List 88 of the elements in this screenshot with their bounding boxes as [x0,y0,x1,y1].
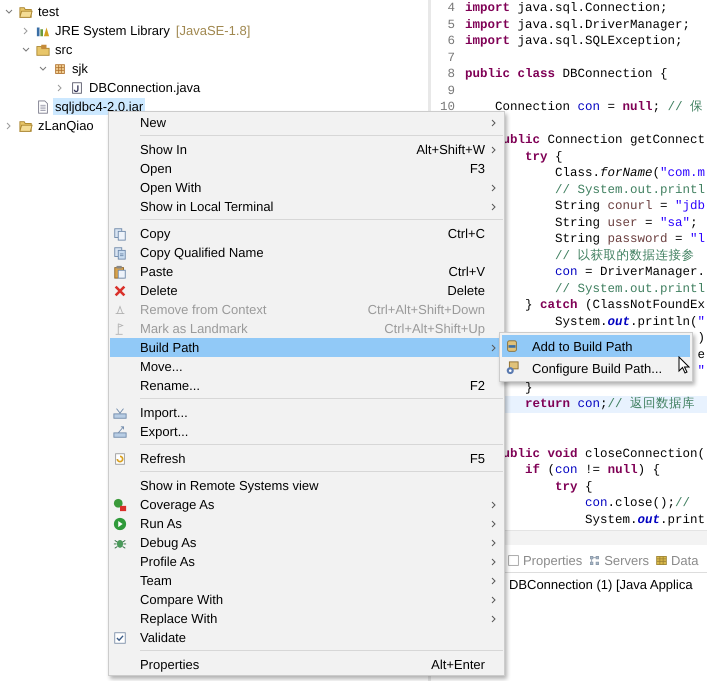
menu-item[interactable]: Validate [110,628,503,647]
code-line: import java.sql.SQLException; [465,33,683,50]
line-number: 5 [447,18,455,32]
menu-item[interactable]: Export... [110,422,503,441]
line-number: 8 [447,67,455,81]
line-number: 7 [447,50,455,64]
line-number: 4 [447,1,455,15]
menu-item[interactable]: Add to Build Path [502,335,690,357]
line-number: 10 [440,100,455,114]
tree-item[interactable]: zLanQiao [36,117,96,134]
coverage-icon [113,498,127,512]
cursor-icon [678,356,690,374]
code-line: } [525,380,533,396]
tree-item[interactable]: src [53,41,74,58]
menu-item[interactable]: Paste Ctrl+V [110,262,503,281]
servers-icon [588,554,602,567]
menu-item[interactable]: Coverage As [110,495,503,514]
project-folder-icon [19,118,33,132]
refresh-icon [113,452,127,466]
code-line: import java.sql.Connection; [465,0,668,16]
checkbox-icon[interactable] [113,630,127,644]
code-line: if (con != null) { [525,462,660,478]
code-line: " [698,363,706,380]
code-line: System.out.println(" [555,314,706,330]
code-line: // System.out.printl [555,280,706,297]
code-line: } catch (ClassNotFoundEx [525,297,706,314]
configure-icon [505,361,519,375]
menu-item[interactable]: Compare With [110,590,503,609]
menu-item[interactable]: Properties Alt+Enter [110,655,503,674]
menu-item[interactable]: Copy Ctrl+C [110,224,503,243]
menu-item[interactable]: Show in Local Terminal [110,197,503,216]
code-line: public class DBConnection { [465,66,668,82]
tree-item[interactable]: DBConnection.java [87,79,202,96]
menu-item[interactable]: Open F3 [110,159,503,178]
jar-icon [505,339,519,353]
tree-item-decoration: [JavaSE-1.8] [176,23,250,38]
run-icon [113,516,127,530]
copy-icon [113,226,127,240]
menu-item[interactable]: Import... [110,403,503,422]
project-folder-icon [19,4,33,18]
code-line: try { [525,148,563,165]
tree-item[interactable]: JRE System Library [53,22,172,39]
code-line: // System.out.printl [555,182,706,198]
tree-item[interactable]: test [36,3,61,20]
export-icon [113,424,127,438]
menu-item[interactable]: Move... [110,357,503,376]
code-line: String password = "l [555,231,706,248]
line-number: 9 [447,84,455,98]
code-line: String conurl = "jdb [555,198,706,214]
code-line: try { [555,478,593,495]
line-number: 6 [447,34,455,48]
menu-item[interactable]: Refresh F5 [110,449,503,468]
source-folder-icon [36,42,50,56]
code-line: String user = "sa"; [555,214,698,231]
code-line: con = DriverManager. [555,264,706,280]
code-line: return con;// 返回数据库 [525,396,696,412]
file-icon [36,100,50,114]
delete-icon [113,284,127,298]
database-icon [655,554,668,567]
code-line: Connection con = null; // 保 [495,99,704,116]
package-icon [53,62,67,76]
menu-item[interactable]: Replace With [110,609,503,628]
menu-item[interactable]: Copy Qualified Name [110,243,503,262]
copy-icon [113,246,127,260]
console-title: DBConnection (1) [Java Applica [509,577,693,592]
menu-item[interactable]: Rename... F2 [110,376,503,395]
code-line: ) [698,330,706,346]
menu-item[interactable]: Show in Remote Systems view [110,476,503,495]
menu-item[interactable]: New [110,113,503,132]
import-icon [113,406,127,420]
code-line: // 以获取的数据连接参 [555,248,695,264]
code-line: import java.sql.DriverManager; [465,16,690,33]
java-file-icon [70,80,84,94]
code-line: e [698,346,706,363]
menu-item[interactable]: Debug As [110,533,503,552]
code-line: System.out.print [585,512,706,528]
code-line: con.close();// [585,495,690,512]
clipboard-icon [113,264,127,278]
menu-item[interactable]: Delete Delete [110,281,503,300]
menu-item[interactable]: Show In Alt+Shift+W [110,140,503,159]
tree-item[interactable]: sqljdbc4-2.0.jar [53,98,146,115]
menu-item[interactable]: Profile As [110,552,503,571]
tree-item[interactable]: sjk [70,60,90,77]
code-line: Class.forName("com.m [555,165,706,182]
menu-item[interactable]: Open With [110,178,503,197]
menu-item[interactable]: Team [110,571,503,590]
properties-icon [507,554,520,567]
menu-item[interactable]: Run As [110,514,503,533]
